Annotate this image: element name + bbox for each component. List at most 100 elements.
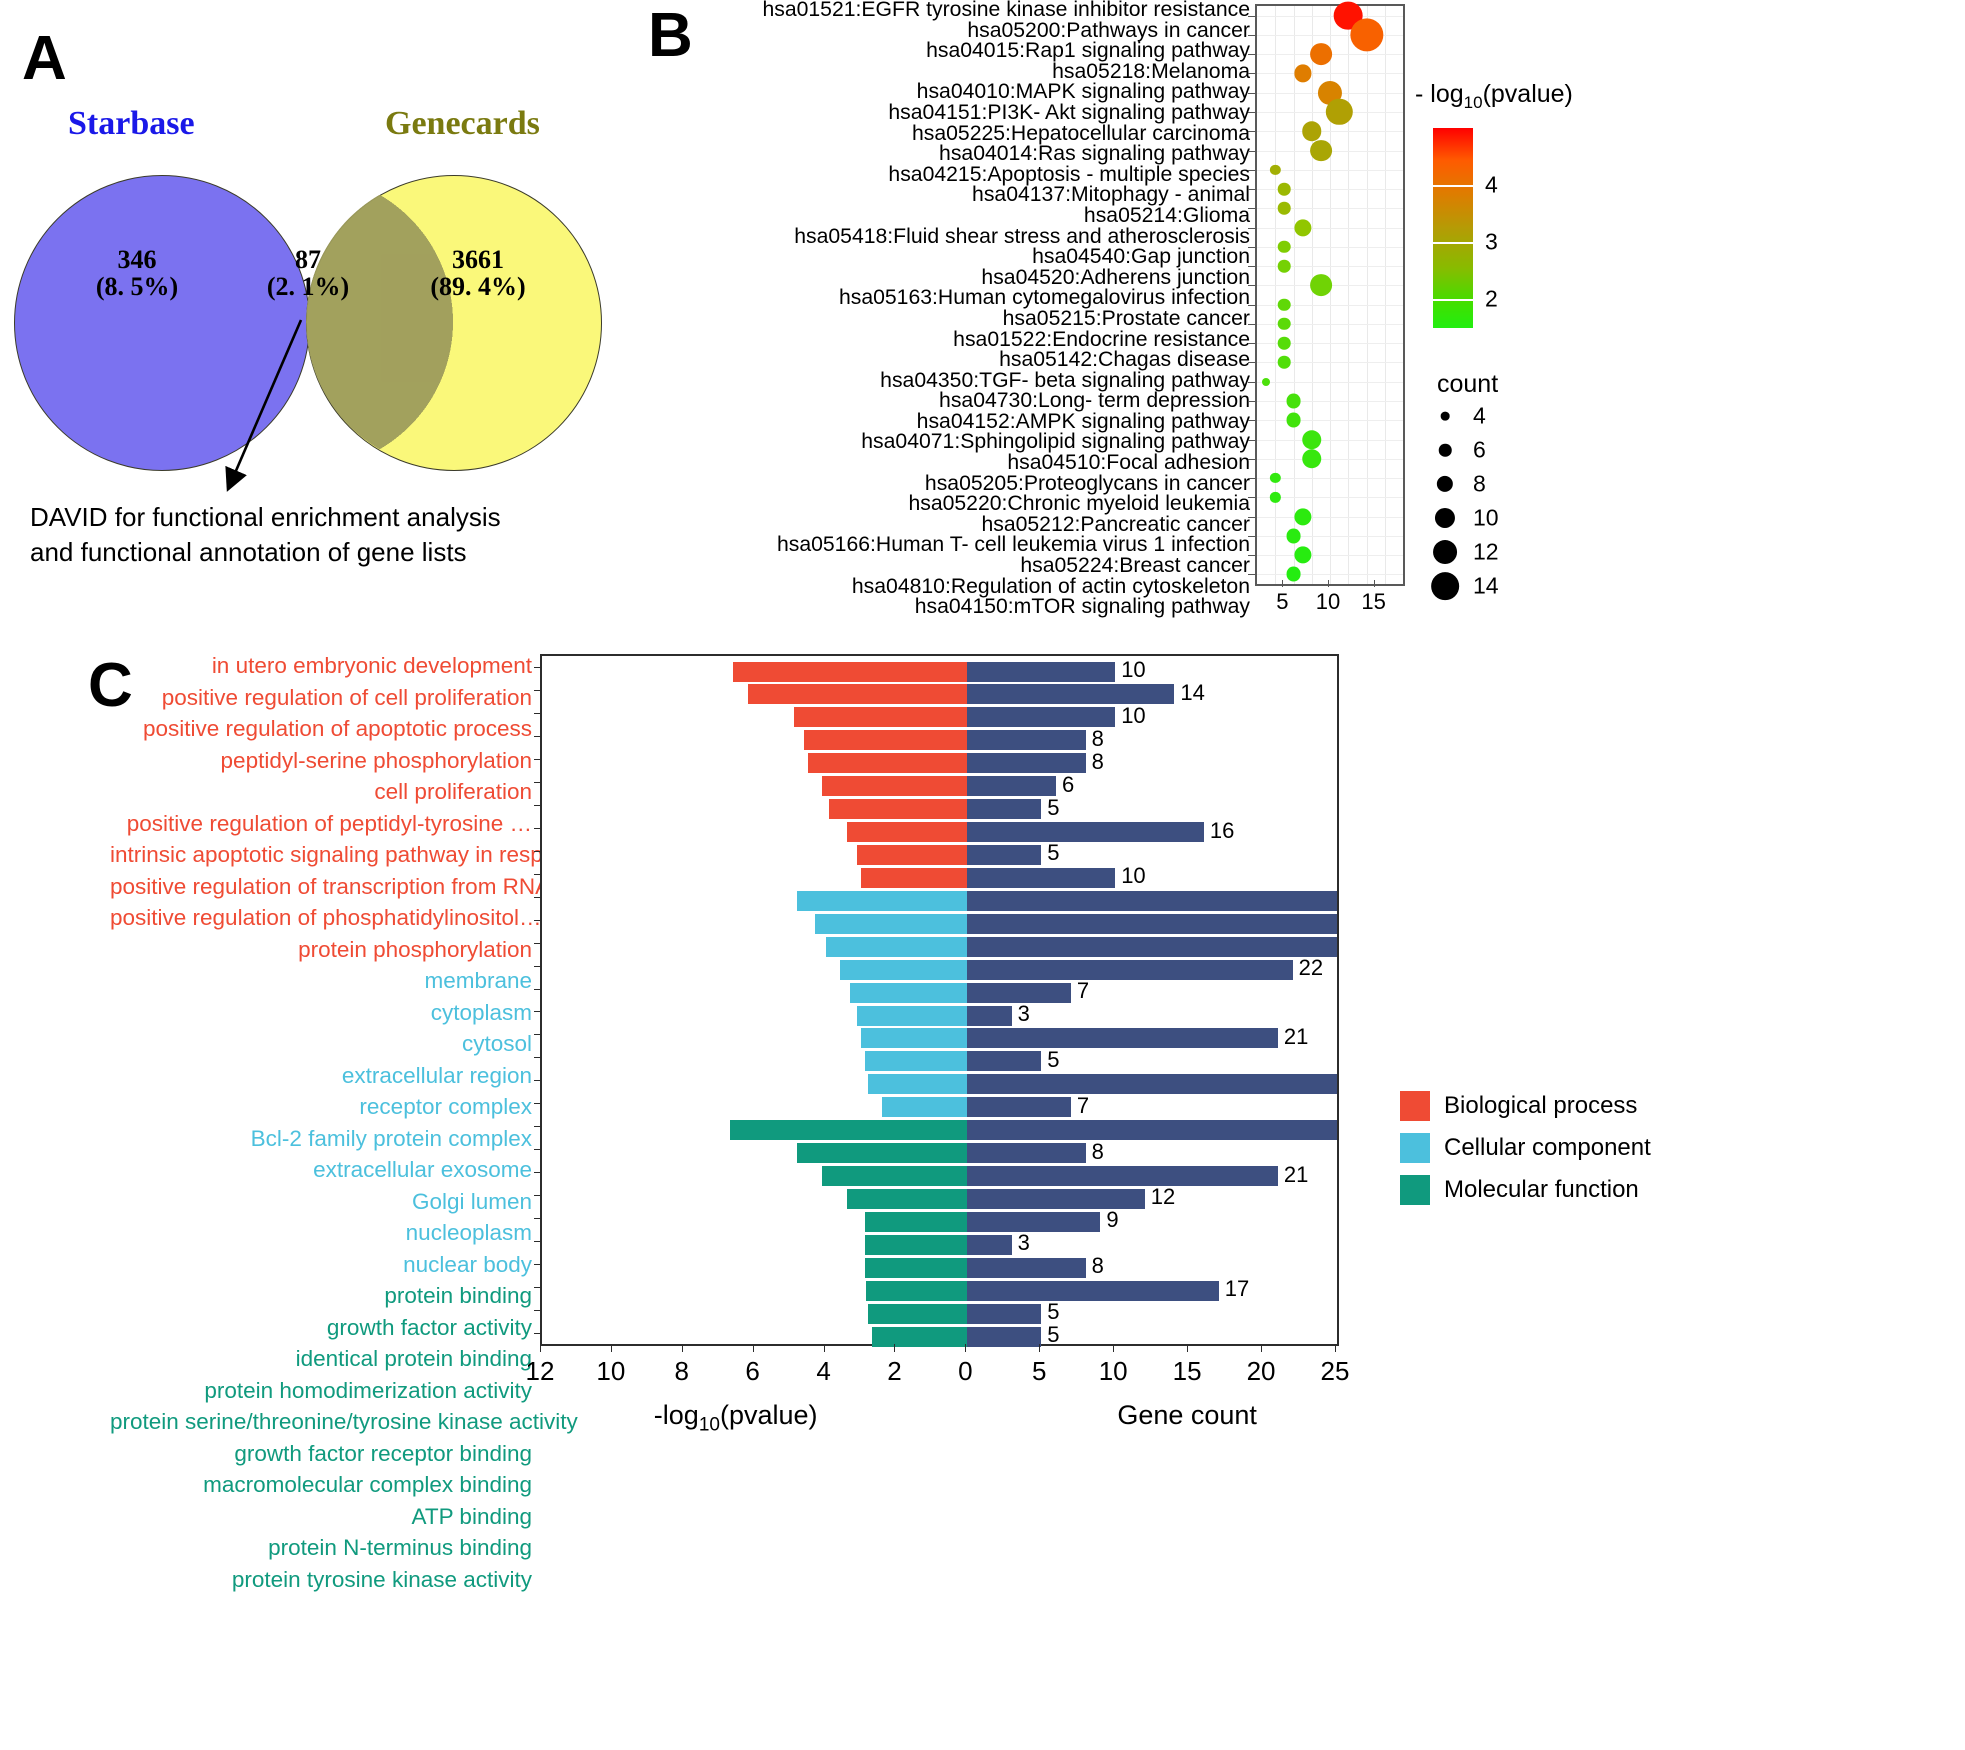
venn-count-right: 3661 (89. 4%) [388,246,568,300]
x-axis-tick [1328,580,1329,587]
go-y-tick [534,988,542,990]
y-axis-tick [1248,54,1255,56]
count-legend-dot [1436,475,1454,493]
y-axis-tick [1248,304,1255,306]
kegg-dot [1294,546,1312,564]
count-legend-row: 8 [1415,467,1498,501]
go-legend: Biological process Cellular component Mole… [1400,1085,1651,1211]
go-x-tick [1261,1344,1263,1352]
go-bar-row [534,908,1337,934]
go-legend-swatch [1400,1175,1430,1205]
count-legend-title: count [1437,370,1499,398]
go-bar-row: 10 [534,656,1337,682]
grid-line-horizontal [1257,131,1403,133]
go-y-tick [534,1286,542,1288]
kegg-dot [1286,393,1301,409]
kegg-dot [1278,298,1291,311]
go-bar-row: 7 [534,977,1337,1003]
go-term-label: receptor complex [359,1094,532,1119]
go-y-tick [534,1126,542,1128]
count-legend-label: 12 [1473,538,1499,565]
go-term-label: Bcl-2 family protein complex [250,1125,532,1151]
panel-a-letter: A [22,24,67,93]
go-xaxis-left-suffix: (pvalue) [719,1400,818,1430]
x-axis-tick [1373,580,1375,587]
go-y-tick [534,1103,542,1105]
go-term-label: identical protein binding [295,1346,532,1371]
go-bar-row: 10 [534,862,1337,888]
kegg-dot [1278,202,1291,215]
go-bar-row [534,1069,1337,1095]
go-y-tick [534,1194,542,1196]
grid-line-horizontal [1257,458,1403,460]
go-y-tick [534,736,542,738]
go-bar-row: 8 [534,1138,1337,1164]
count-legend-label: 6 [1473,436,1486,463]
go-term-label: protein tyrosine kinase activity [231,1566,532,1592]
kegg-term-label: hsa05166:Human T- cell leukemia virus 1 … [776,533,1250,557]
go-term-label: peptidyl-serine phosphorylation [220,747,532,773]
kegg-term-label: hsa04137:Mitophagy - animal [972,183,1250,207]
grid-line-horizontal [1257,400,1403,402]
go-bar-row [534,885,1337,911]
count-legend-row: 6 [1415,433,1498,467]
go-y-tick [534,1149,542,1151]
y-axis-tick [1248,189,1255,191]
kegg-dot [1349,18,1384,52]
go-bar-row [534,931,1337,957]
go-bar-row: 5 [534,1298,1337,1324]
kegg-term-label: hsa04730:Long- term depression [939,389,1250,413]
go-bar-row: 21 [534,1023,1337,1049]
grid-line-horizontal [1257,516,1403,518]
kegg-plot-area [1248,1,1405,586]
grid-line-horizontal [1257,555,1403,557]
count-legend-row: 10 [1415,501,1499,535]
kegg-dot [1270,472,1281,484]
go-term-label: cytoplasm [430,999,532,1025]
go-x-tick [1187,1344,1189,1352]
kegg-dot [1278,317,1291,331]
kegg-term-label: hsa04510:Focal adhesion [1007,451,1250,475]
go-y-tick [534,805,542,807]
kegg-dot [1270,164,1281,175]
go-legend-swatch [1400,1091,1430,1121]
venn-right-title: Genecards [385,105,540,142]
go-x-tick [894,1344,896,1352]
kegg-term-label: hsa01522:Endocrine resistance [953,327,1250,351]
go-term-label: growth factor activity [326,1314,532,1340]
venn-count-intersection: 87 (2. 1%) [253,246,363,300]
grid-line-horizontal [1257,439,1403,441]
panel-b-kegg-dotplot: B hsa01521:EGFR tyrosine kinase inhibito… [640,0,1965,620]
count-legend-row: 14 [1415,569,1499,603]
go-x-tick [752,1344,754,1352]
kegg-term-label: hsa04014:Ras signaling pathway [939,142,1250,166]
go-term-label: protein homodimerization activity [204,1377,532,1403]
kegg-term-label: hsa05218:Melanoma [1052,59,1250,83]
go-y-tick [534,1332,542,1334]
y-axis-tick [1248,381,1255,383]
go-term-label: growth factor receptor binding [234,1440,532,1466]
kegg-term-labels: hsa01521:EGFR tyrosine kinase inhibitor … [650,0,1250,618]
count-legend-dot [1440,411,1450,421]
go-y-tick [534,759,542,761]
count-legend-label: 8 [1473,470,1486,497]
x-axis-tick-label: 10 [1315,589,1341,614]
go-count-bar [967,1326,1042,1347]
venn-count-left: 346 (8. 5%) [62,246,212,300]
colorbar-gradient [1433,128,1473,328]
y-axis-tick [1248,323,1255,325]
y-axis-tick [1248,15,1255,17]
go-bar-row: 5 [534,839,1337,865]
kegg-dot [1286,412,1301,428]
y-axis-tick [1248,131,1255,133]
grid-line-horizontal [1257,73,1403,75]
go-y-tick [534,942,542,944]
y-axis-tick [1248,400,1255,402]
go-term-label: macromolecular complex binding [203,1472,532,1497]
y-axis-tick [1248,458,1255,460]
y-axis-tick [1248,555,1255,557]
go-legend-row: Biological process [1400,1085,1651,1127]
kegg-term-label: hsa04350:TGF- beta signaling pathway [880,368,1250,392]
go-y-tick [534,1263,542,1265]
go-legend-label: Molecular function [1444,1176,1639,1203]
